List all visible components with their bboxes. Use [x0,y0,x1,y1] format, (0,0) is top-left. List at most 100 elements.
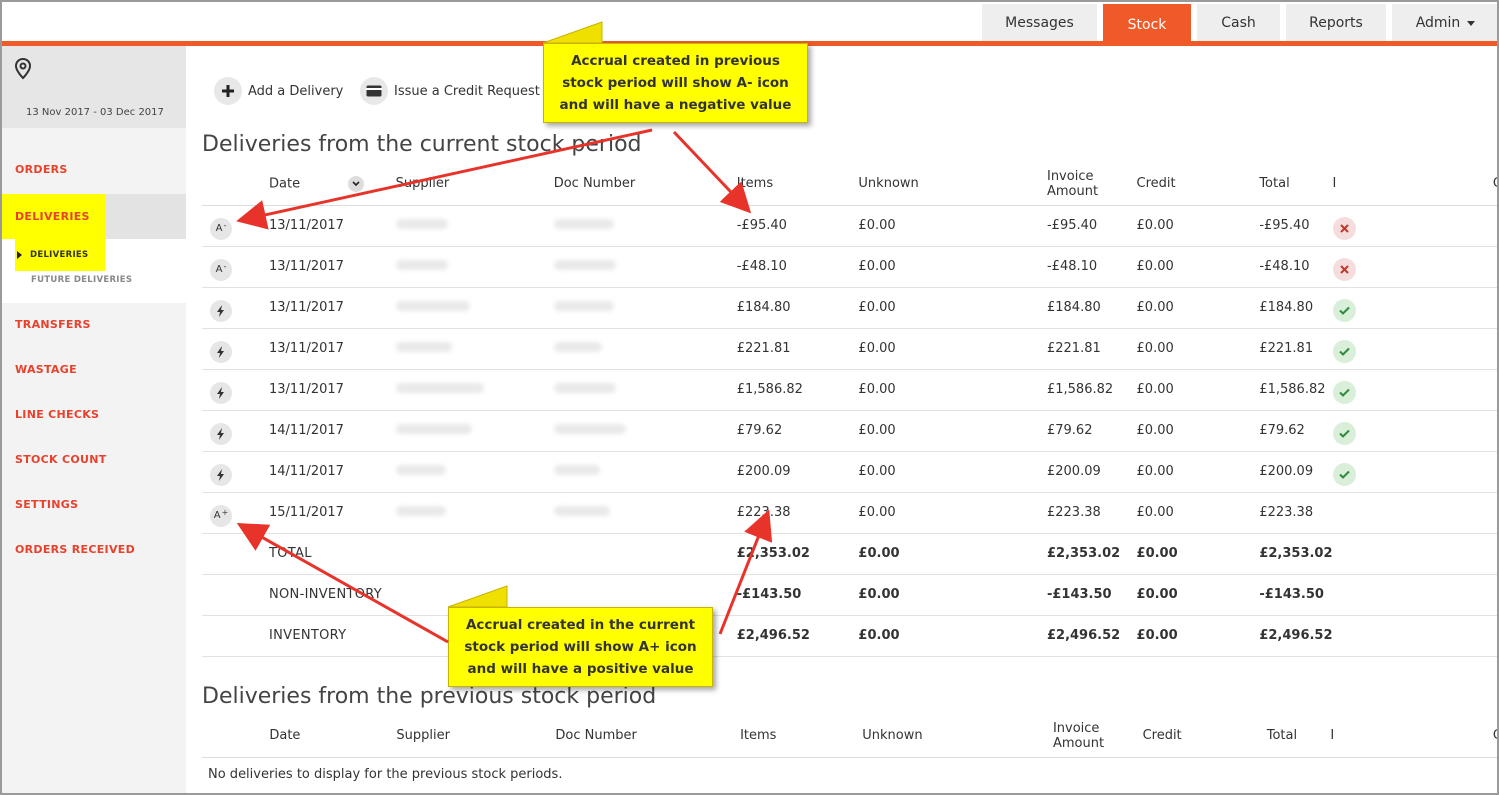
table-row[interactable]: A- 13/11/2017 -£48.10 £0.00 -£48.10 £0.0… [202,246,1497,288]
sidebar-subitem-future-deliveries[interactable]: FUTURE DELIVERIES [31,275,132,285]
doc-number-cell [553,410,737,452]
table-row[interactable]: 13/11/2017 £184.80 £0.00 £184.80 £0.00 £… [202,287,1497,329]
invoice-amount-cell: £2,353.02 [1046,533,1137,575]
tab-admin[interactable]: Admin [1392,4,1497,41]
credit-cell: £0.00 [1136,492,1260,534]
accrual-plus-icon[interactable]: A + [210,504,232,527]
column-header-credit: Credit [1136,163,1260,206]
credit-cell: £0.00 [1136,287,1260,329]
accrual-minus-icon[interactable]: A- [210,258,232,281]
previous-deliveries-table: Date Supplier Doc Number Items Unknown I… [202,715,1497,791]
icon-sign: - [223,262,227,271]
doc-number-cell [553,451,737,493]
tab-cash[interactable]: Cash [1197,4,1280,41]
sidebar-subitem-deliveries[interactable]: DELIVERIES [15,239,105,271]
reconciled-check-icon[interactable] [1332,381,1356,404]
row-icon-cell [202,451,269,493]
row-icon-cell [202,328,269,370]
issue-credit-request-button[interactable]: Issue a Credit Request [360,77,540,105]
row-icon-cell [202,410,269,452]
sidebar-item-deliveries[interactable]: DELIVERIES [2,194,186,239]
date-cell: 13/11/2017 [269,205,396,247]
sidebar-item-transfers[interactable]: TRANSFERS [2,309,186,339]
row-icon-cell: A- [202,205,269,247]
tab-messages[interactable]: Messages [982,4,1097,41]
row-icon-cell [202,369,269,411]
unknown-cell: £0.00 [858,328,1047,370]
totals-label: TOTAL [269,533,737,575]
credit-cell: £0.00 [1136,533,1260,575]
lightning-icon[interactable] [210,463,232,486]
table-row[interactable]: A- 13/11/2017 -£95.40 £0.00 -£95.40 £0.0… [202,205,1497,247]
callout-line: stock period will show A- icon [562,75,789,91]
total-cell: £2,353.02 [1259,533,1333,575]
status-c-cell [1492,287,1497,329]
column-header-doc-number: Doc Number [555,715,741,758]
button-label: Issue a Credit Request [394,83,540,99]
reconciled-check-icon[interactable] [1332,422,1356,445]
location-pin-icon[interactable] [14,57,32,84]
callout-accrual-current: Accrual created in the current stock per… [448,607,713,687]
tab-label: Reports [1309,14,1363,31]
reconciled-check-icon[interactable] [1332,340,1356,363]
table-header-row: Date Supplier Doc Number Items Unknown I… [202,163,1497,206]
total-cell: -£48.10 [1259,246,1333,288]
sidebar-item-wastage[interactable]: WASTAGE [2,354,186,384]
sidebar-item-settings[interactable]: SETTINGS [2,489,186,519]
lightning-icon[interactable] [210,422,232,445]
invoice-amount-cell: £1,586.82 [1046,369,1137,411]
sidebar-item-orders[interactable]: ORDERS [2,154,186,184]
callout-line: and will have a negative value [559,97,792,113]
column-header-doc-number: Doc Number [553,163,737,206]
credit-cell: £0.00 [1136,410,1260,452]
unknown-cell: £0.00 [858,410,1047,452]
icon-letter: A [213,510,221,521]
table-row[interactable]: 14/11/2017 £200.09 £0.00 £200.09 £0.00 £… [202,451,1497,493]
current-deliveries-table: Date Supplier Doc Number Items Unknown I… [202,163,1497,657]
sidebar-item-stock-count[interactable]: STOCK COUNT [2,444,186,474]
status-c-cell [1492,451,1497,493]
lightning-icon[interactable] [210,340,232,363]
sidebar-subnav: DELIVERIES FUTURE DELIVERIES [2,239,186,303]
table-row[interactable]: 14/11/2017 £79.62 £0.00 £79.62 £0.00 £79… [202,410,1497,452]
reconciled-check-icon[interactable] [1332,299,1356,322]
sidebar-item-orders-received[interactable]: ORDERS RECEIVED [2,534,186,564]
credit-cell: £0.00 [1136,451,1260,493]
table-row[interactable]: 13/11/2017 £221.81 £0.00 £221.81 £0.00 £… [202,328,1497,370]
button-label: Add a Delivery [248,83,344,99]
credit-cell: £0.00 [1136,246,1260,288]
table-row[interactable]: 13/11/2017 £1,586.82 £0.00 £1,586.82 £0.… [202,369,1497,411]
unreconciled-x-icon[interactable] [1332,217,1356,240]
totals-row: INVENTORY £2,496.52 £0.00 £2,496.52 £0.0… [202,615,1497,657]
doc-number-cell [553,246,737,288]
chevron-down-icon [1467,21,1476,26]
reconciled-check-icon[interactable] [1332,463,1356,486]
status-c-cell [1492,246,1497,288]
header-label: Date [269,176,301,192]
column-header-date[interactable]: Date [269,163,396,206]
status-i-cell [1332,205,1493,247]
table-row[interactable]: A + 15/11/2017 £223.38 £0.00 £223.38 £0.0… [202,492,1497,534]
unknown-cell: £0.00 [858,574,1047,616]
icon-column-header [202,715,270,758]
lightning-icon[interactable] [210,381,232,404]
column-header-unknown: Unknown [858,163,1047,206]
row-icon-cell: A + [202,492,269,534]
column-header-date: Date [269,715,397,758]
add-delivery-button[interactable]: Add a Delivery [214,77,343,105]
plus-icon [214,77,242,105]
invoice-amount-cell: £184.80 [1046,287,1137,329]
sidebar-item-line-checks[interactable]: LINE CHECKS [2,399,186,429]
sort-chevron-icon[interactable] [348,175,365,192]
column-header-items: Items [736,163,859,206]
sidebar-subitem-label: DELIVERIES [30,250,89,260]
redacted-doc-number [553,465,600,475]
status-i-cell [1332,492,1493,534]
tab-stock[interactable]: Stock [1103,4,1191,46]
unreconciled-x-icon[interactable] [1332,258,1356,281]
tab-reports[interactable]: Reports [1286,4,1386,41]
accrual-minus-icon[interactable]: A- [210,217,232,240]
lightning-icon[interactable] [210,299,232,322]
total-cell: £221.81 [1259,328,1333,370]
row-icon-cell [202,533,269,575]
